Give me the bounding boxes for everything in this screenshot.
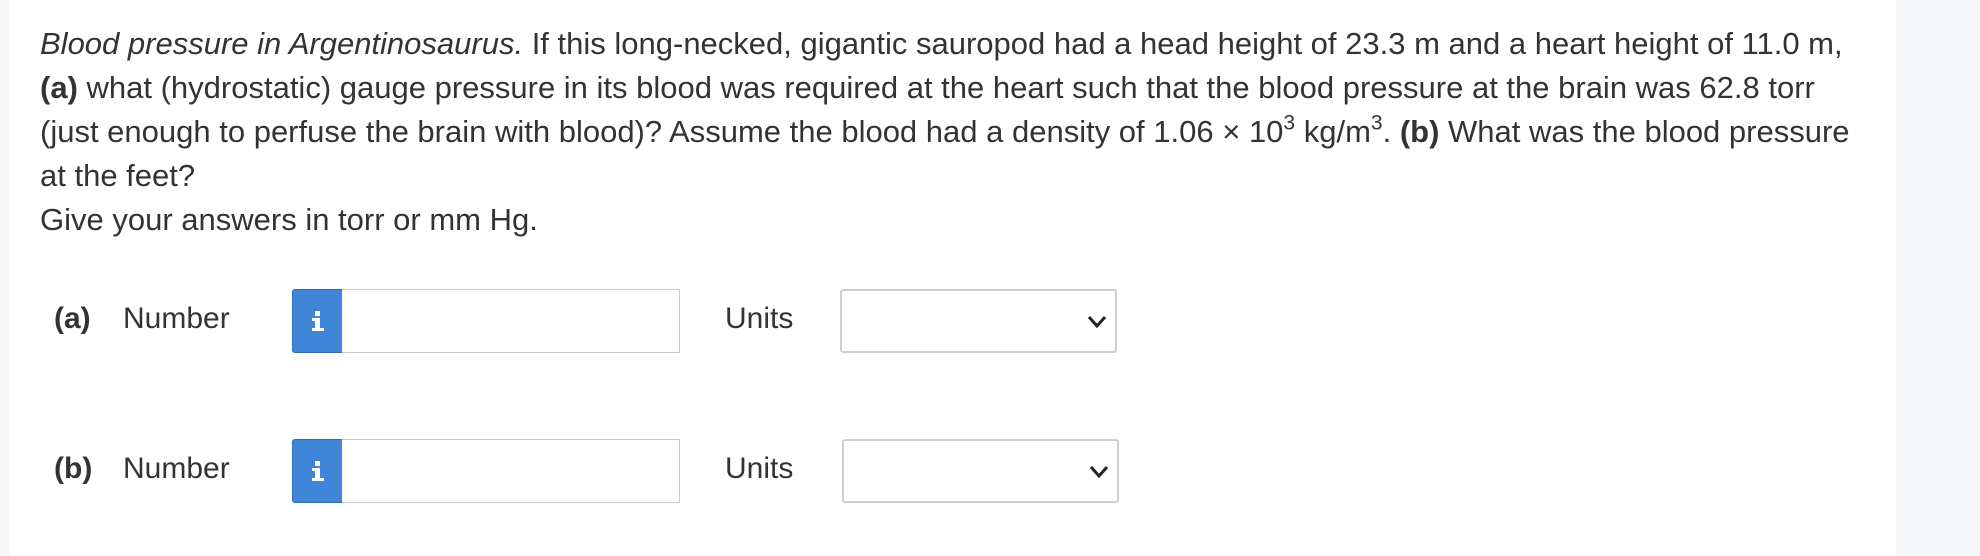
units-label: Units [725,302,794,335]
question-paragraph: Blood pressure in Argentinosaurus. If th… [40,22,1880,198]
units-select-b[interactable] [842,439,1119,503]
question-segment: If this long-necked, gigantic sauropod h… [523,26,1843,61]
units-label: Units [725,452,794,485]
info-icon [311,461,324,481]
chevron-down-icon [1089,466,1109,479]
answer-instruction: Give your answers in torr or mm Hg. [40,202,538,237]
part-label: (a) [54,302,91,335]
number-input-a[interactable] [342,289,680,353]
question-text: Blood pressure in Argentinosaurus. If th… [40,22,1880,242]
info-button[interactable] [292,439,343,503]
part-b-marker: (b) [1399,114,1440,149]
exponent: 3 [1283,111,1296,135]
part-a-marker: (a) [40,70,78,105]
exponent: 3 [1370,111,1383,135]
info-button[interactable] [292,289,343,353]
part-label: (b) [54,452,93,485]
number-label: Number [123,302,230,335]
question-title: Blood pressure in Argentinosaurus. [40,26,524,61]
question-segment: kg/m [1295,114,1371,149]
chevron-down-icon [1087,316,1107,329]
units-select-a[interactable] [840,289,1117,353]
question-panel: Blood pressure in Argentinosaurus. If th… [10,0,1896,556]
question-segment: . [1382,114,1400,149]
number-label: Number [123,452,230,485]
info-icon [311,311,324,331]
number-input-b[interactable] [342,439,680,503]
